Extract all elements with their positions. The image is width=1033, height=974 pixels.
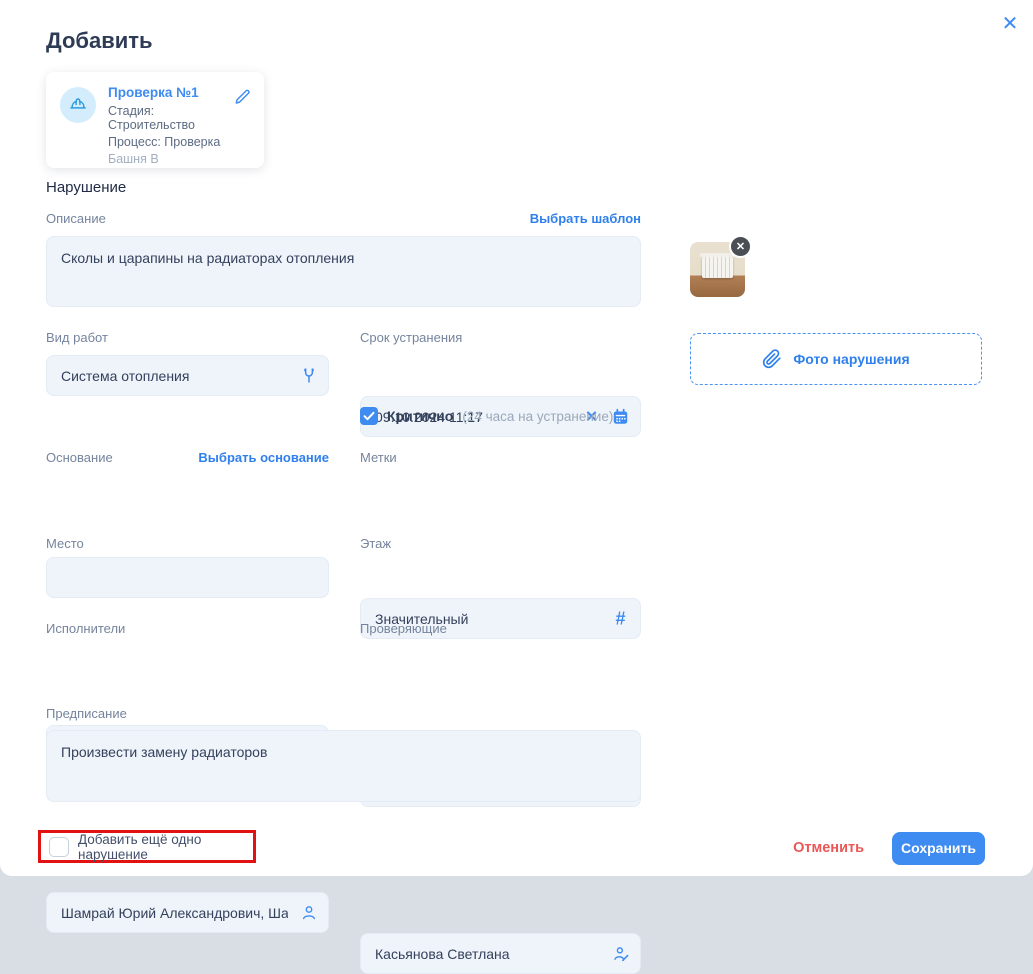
tags-label: Метки: [360, 450, 397, 465]
edit-icon[interactable]: [234, 88, 252, 106]
inspection-stage: Стадия: Строительство: [108, 104, 233, 132]
critical-checkbox[interactable]: [360, 407, 378, 425]
page-title: Добавить: [46, 28, 153, 54]
inspection-building: Башня В: [108, 152, 233, 166]
cancel-button[interactable]: Отменить: [793, 840, 864, 856]
attach-photo-button[interactable]: Фото нарушения: [690, 333, 982, 385]
prescription-label: Предписание: [46, 706, 127, 721]
critical-label: Критично: [387, 408, 453, 424]
add-violation-dialog: Добавить ✕ Проверка №1 Стадия: Строитель…: [0, 0, 1033, 876]
inspection-name[interactable]: Проверка №1: [108, 85, 233, 100]
description-label: Описание: [46, 211, 106, 226]
basis-label: Основание: [46, 450, 113, 465]
close-icon[interactable]: ✕: [996, 10, 1024, 38]
inspection-card[interactable]: Проверка №1 Стадия: Строительство Процес…: [46, 72, 264, 168]
inspection-process: Процесс: Проверка: [108, 135, 233, 149]
helmet-icon: [60, 87, 96, 123]
inspectors-input[interactable]: [360, 933, 641, 974]
prescription-textarea[interactable]: Произвести замену радиаторов: [46, 730, 641, 802]
executors-input[interactable]: [46, 892, 329, 933]
critical-hint: (24 часа на устранение): [462, 409, 613, 424]
work-type-input[interactable]: [46, 355, 329, 396]
hash-icon[interactable]: #: [611, 609, 630, 628]
violation-section-heading: Нарушение: [46, 179, 126, 196]
floor-label: Этаж: [360, 536, 391, 551]
save-button[interactable]: Сохранить: [892, 832, 985, 865]
choose-template-link[interactable]: Выбрать шаблон: [530, 211, 641, 226]
executors-label: Исполнители: [46, 621, 125, 636]
footer-actions: Отменить Сохранить: [793, 831, 985, 865]
place-label: Место: [46, 536, 84, 551]
person-edit-icon[interactable]: [611, 944, 630, 963]
paperclip-icon: [762, 349, 782, 369]
inspection-card-text: Проверка №1 Стадия: Строительство Процес…: [108, 85, 233, 169]
add-another-label: Добавить ещё одно нарушение: [78, 832, 253, 862]
person-icon[interactable]: [299, 903, 318, 922]
radiator-image: [702, 257, 733, 278]
deadline-label: Срок устранения: [360, 330, 462, 345]
work-type-label: Вид работ: [46, 330, 108, 345]
add-another-checkbox[interactable]: [49, 837, 69, 857]
choose-basis-link[interactable]: Выбрать основание: [198, 450, 329, 465]
description-textarea[interactable]: Сколы и царапины на радиаторах отопления: [46, 236, 641, 307]
remove-photo-icon[interactable]: ✕: [729, 235, 752, 258]
wrench-icon[interactable]: [299, 366, 318, 385]
basis-input[interactable]: [46, 557, 329, 598]
inspectors-label: Проверяющие: [360, 621, 447, 636]
attach-photo-label: Фото нарушения: [793, 351, 909, 367]
red-annotation-box: Добавить ещё одно нарушение: [38, 830, 256, 863]
calendar-icon[interactable]: [611, 407, 630, 426]
